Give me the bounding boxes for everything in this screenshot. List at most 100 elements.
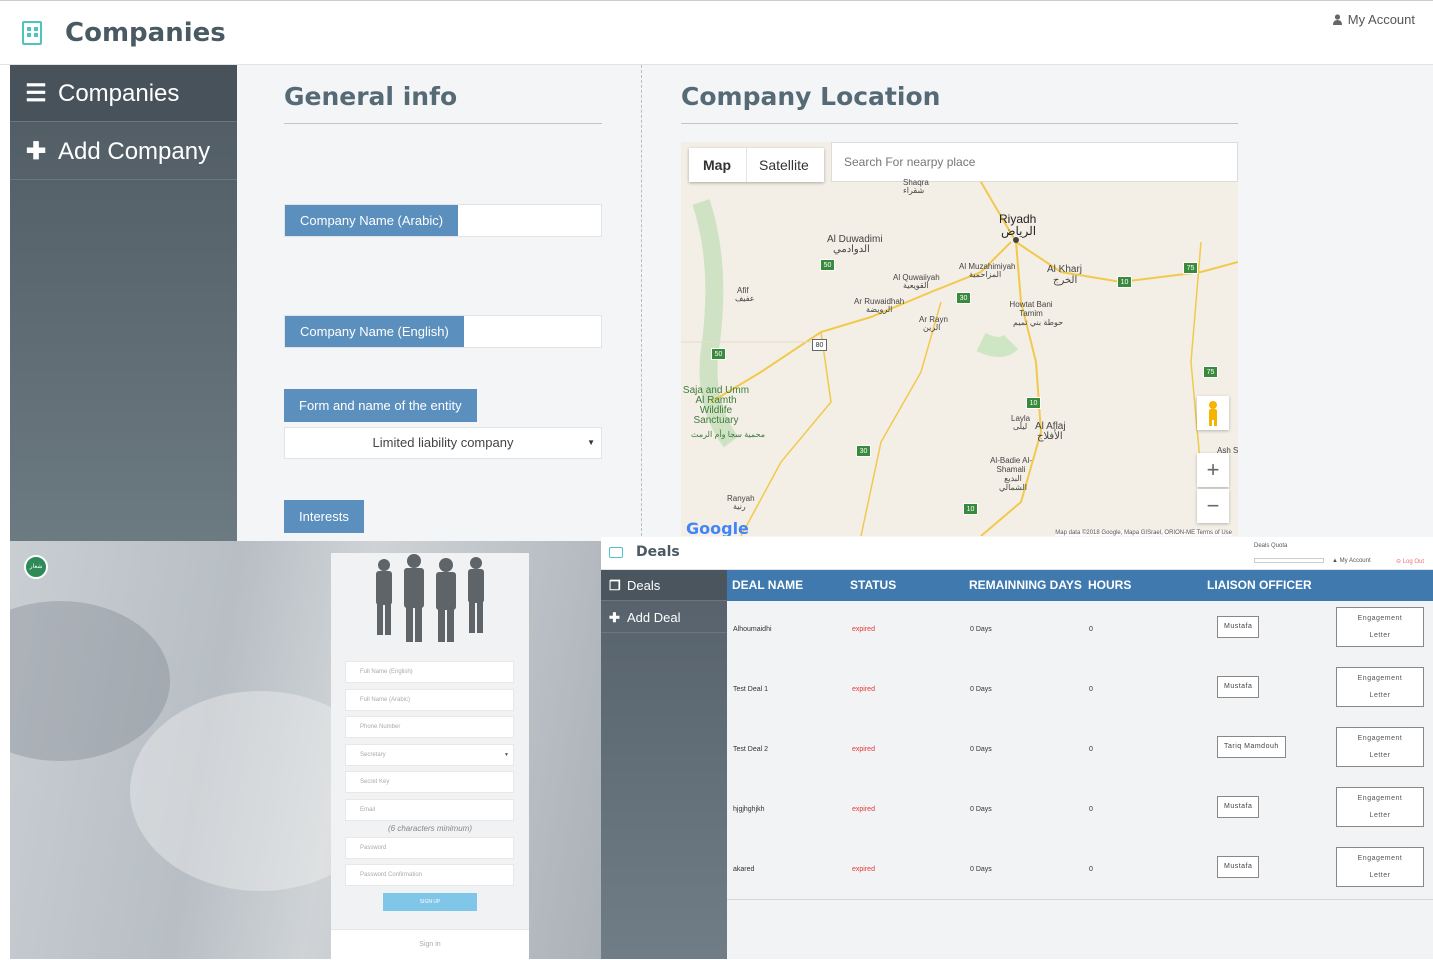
plus-icon: ✚ <box>25 138 47 165</box>
location-map[interactable]: Map Satellite Search For nearpy place Ri… <box>681 142 1238 536</box>
company-location-rule <box>681 123 1238 124</box>
deals-quota-label: Deals Quota <box>1254 543 1288 549</box>
sleeve-shape <box>10 601 170 761</box>
column-header-liaison-officer: LIAISON OFFICER <box>1207 578 1312 592</box>
password-hint: (6 characters minimum) <box>387 824 472 833</box>
map-attribution[interactable]: Map data ©2018 Google, Mapa GISrael, ORI… <box>1055 530 1232 536</box>
interests-label: Interests <box>284 500 364 533</box>
deal-status: expired <box>852 806 875 813</box>
entity-label: Form and name of the entity <box>284 389 477 422</box>
entity-select-value: Limited liability company <box>372 435 514 450</box>
companies-header: Companies My Account <box>0 0 1433 65</box>
brand-logo: شعار <box>24 555 48 579</box>
business-people-icon <box>376 554 484 642</box>
map-label-al-duwadimi-ar: الدوادمي <box>833 244 870 255</box>
engagement-letter-button[interactable]: Engagement Letter <box>1336 847 1424 887</box>
engagement-letter-button[interactable]: Engagement Letter <box>1336 787 1424 827</box>
entity-select[interactable]: Limited liability company ▼ <box>284 427 602 459</box>
sidebar-item-deals[interactable]: ❐ Deals <box>601 570 727 601</box>
map-search-input[interactable]: Search For nearpy place <box>831 142 1238 182</box>
my-account-link[interactable]: My Account <box>1332 12 1415 27</box>
map-type-map-button[interactable]: Map <box>703 148 731 182</box>
user-icon <box>1332 14 1342 25</box>
caret-down-icon: ▼ <box>587 438 595 447</box>
full-name-english-input[interactable]: Full Name (English) <box>345 661 514 683</box>
liaison-officer-button[interactable]: Mustafa <box>1217 676 1260 698</box>
sidebar-item-add-company[interactable]: ✚ Add Company <box>10 123 237 180</box>
road-badge: 30 <box>856 445 871 457</box>
map-label-al-badie: Al-Badie Al-Shamali <box>990 456 1032 474</box>
table-row: Test Deal 2 expired 0 Days 0 Tariq Mamdo… <box>727 720 1433 780</box>
deal-hours: 0 <box>1089 806 1093 813</box>
sidebar-item-companies[interactable]: ☰ Companies <box>10 65 237 122</box>
map-type-control: Map Satellite <box>689 148 824 182</box>
map-label-saja-sanctuary: Saja and Umm Al Ramth Wildlife Sanctuary <box>682 385 750 426</box>
company-name-english-field[interactable]: Company Name (English) <box>284 315 602 348</box>
liaison-officer-button[interactable]: Mustafa <box>1217 796 1260 818</box>
deal-hours: 0 <box>1089 746 1093 753</box>
map-label-al-kharj-ar: الخرج <box>1053 275 1078 286</box>
table-row: akared expired 0 Days 0 Mustafa Engageme… <box>727 840 1433 900</box>
map-label-ar-rayn-ar: الرين <box>923 323 941 332</box>
copy-icon: ❐ <box>609 578 621 593</box>
table-row: Alhoumaidhi expired 0 Days 0 Mustafa Eng… <box>727 600 1433 660</box>
password-input[interactable]: Password <box>345 837 514 859</box>
deal-hours: 0 <box>1089 626 1093 633</box>
sign-up-button[interactable]: SIGN UP <box>383 893 477 911</box>
liaison-officer-button[interactable]: Mustafa <box>1217 616 1260 638</box>
street-view-pegman-icon[interactable] <box>1197 396 1229 430</box>
map-type-satellite-button[interactable]: Satellite <box>746 148 809 182</box>
zoom-out-button[interactable]: − <box>1197 489 1229 523</box>
liaison-officer-button[interactable]: Mustafa <box>1217 856 1260 878</box>
map-terrain <box>681 142 1238 536</box>
signup-card: Full Name (English) Full Name (Arabic) P… <box>331 553 529 959</box>
deal-hours: 0 <box>1089 686 1093 693</box>
deals-my-account-link[interactable]: ▲ My Account <box>1332 558 1371 564</box>
map-label-al-quwaiiyah-ar: القويعية <box>903 281 929 290</box>
engagement-letter-button[interactable]: Engagement Letter <box>1336 727 1424 767</box>
sidebar-item-label: Deals <box>627 578 661 593</box>
table-row: hjgjhghjkh expired 0 Days 0 Mustafa Enga… <box>727 780 1433 840</box>
secret-key-input[interactable]: Secret Key <box>345 771 514 793</box>
table-row: Test Deal 1 expired 0 Days 0 Mustafa Eng… <box>727 660 1433 720</box>
deal-status: expired <box>852 686 875 693</box>
deals-table-header: DEAL NAME STATUS REMAINNING DAYS HOURS L… <box>727 570 1433 601</box>
company-location-title: Company Location <box>681 82 941 111</box>
deal-status: expired <box>852 866 875 873</box>
deal-remaining-days: 0 Days <box>970 686 992 693</box>
deals-page-title: Deals <box>636 544 680 560</box>
role-select[interactable]: Secretary ▼ <box>345 744 514 766</box>
email-input[interactable]: Email <box>345 799 514 821</box>
full-name-arabic-input[interactable]: Full Name (Arabic) <box>345 689 514 711</box>
sign-in-link[interactable]: Sign in <box>331 929 529 959</box>
road-badge: 80 <box>812 339 827 351</box>
table-bottom-divider <box>727 899 1433 900</box>
road-badge: 30 <box>956 292 971 304</box>
road-badge: 50 <box>711 348 726 360</box>
engagement-letter-button[interactable]: Engagement Letter <box>1336 667 1424 707</box>
sidebar-item-add-deal[interactable]: ✚ Add Deal <box>601 602 727 633</box>
road-badge: 10 <box>1026 397 1041 409</box>
company-name-arabic-label: Company Name (Arabic) <box>285 205 459 236</box>
log-out-label: Log Out <box>1402 559 1425 565</box>
caret-down-icon: ▼ <box>504 752 509 758</box>
column-header-hours: HOURS <box>1088 578 1132 592</box>
sidebar-item-label: Add Company <box>58 138 211 165</box>
engagement-letter-button[interactable]: Engagement Letter <box>1336 607 1424 647</box>
google-logo: Google <box>686 519 749 536</box>
deal-remaining-days: 0 Days <box>970 806 992 813</box>
deal-remaining-days: 0 Days <box>970 746 992 753</box>
deal-hours: 0 <box>1089 866 1093 873</box>
deal-remaining-days: 0 Days <box>970 866 992 873</box>
map-label-shaqra-ar: شقراء <box>903 186 925 195</box>
log-out-link[interactable]: ⊖ Log Out <box>1396 558 1424 565</box>
company-name-arabic-field[interactable]: Company Name (Arabic) <box>284 204 602 237</box>
column-header-deal-name: DEAL NAME <box>732 578 804 592</box>
building-icon <box>22 21 42 45</box>
password-confirmation-input[interactable]: Password Confirmation <box>345 864 514 886</box>
zoom-in-button[interactable]: + <box>1197 453 1229 487</box>
liaison-officer-button[interactable]: Tariq Mamdouh <box>1217 736 1286 758</box>
deal-name: Alhoumaidhi <box>733 626 772 633</box>
phone-number-input[interactable]: Phone Number <box>345 716 514 738</box>
role-select-value: Secretary <box>360 752 386 758</box>
